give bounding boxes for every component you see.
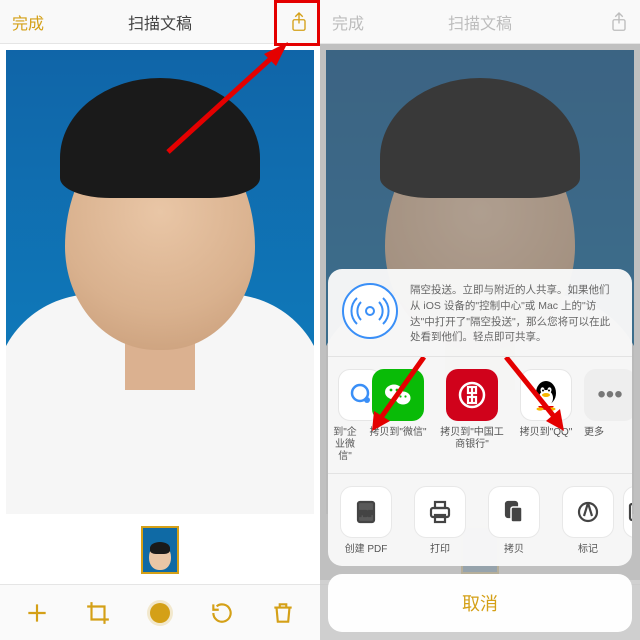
- filter-button[interactable]: [140, 593, 180, 633]
- add-button[interactable]: [17, 593, 57, 633]
- action-label: 标记: [578, 544, 598, 556]
- share-actions-row: PDF 创建 PDF 打印 拷贝: [328, 474, 632, 566]
- action-label: 打印: [430, 544, 450, 556]
- more-icon: •••: [584, 369, 632, 421]
- save-icon: [623, 486, 632, 538]
- share-icon: [610, 11, 628, 33]
- trash-icon: [270, 600, 296, 626]
- page-thumbnail[interactable]: [141, 526, 179, 574]
- delete-button[interactable]: [263, 593, 303, 633]
- id-photo[interactable]: [6, 50, 314, 514]
- rotate-icon: [209, 600, 235, 626]
- action-copy[interactable]: 拷贝: [478, 486, 550, 556]
- airdrop-icon: [342, 283, 398, 339]
- pdf-icon: PDF: [340, 486, 392, 538]
- done-button[interactable]: 完成: [12, 10, 56, 34]
- markup-icon: [562, 486, 614, 538]
- crop-icon: [85, 600, 111, 626]
- icbc-icon: [446, 369, 498, 421]
- action-create-pdf[interactable]: PDF 创建 PDF: [330, 486, 402, 556]
- done-button-dimmed: 完成: [332, 10, 376, 34]
- header-title: 扫描文稿: [376, 10, 584, 34]
- share-app-qiye[interactable]: 到"企业微信": [330, 369, 360, 463]
- share-app-icbc[interactable]: 拷贝到"中国工商银行": [436, 369, 508, 463]
- app-label: 拷贝到"QQ": [520, 427, 573, 439]
- left-header: 完成 扫描文稿: [0, 0, 320, 44]
- airdrop-section[interactable]: 隔空投送。立即与附近的人共享。如果他们从 iOS 设备的"控制中心"或 Mac …: [328, 269, 632, 356]
- app-label: 拷贝到"中国工商银行": [436, 427, 508, 451]
- crop-button[interactable]: [78, 593, 118, 633]
- wechat-icon: [372, 369, 424, 421]
- svg-text:PDF: PDF: [359, 511, 374, 518]
- action-save[interactable]: 存: [626, 486, 632, 556]
- header-title: 扫描文稿: [56, 10, 264, 34]
- share-button-dimmed: [584, 11, 628, 33]
- qq-icon: [520, 369, 572, 421]
- rotate-button[interactable]: [202, 593, 242, 633]
- action-label: 拷贝: [504, 544, 524, 556]
- share-app-more[interactable]: ••• 更多: [584, 369, 622, 463]
- plus-icon: [24, 600, 50, 626]
- print-icon: [414, 486, 466, 538]
- share-highlight-box: [274, 0, 320, 46]
- share-app-qq[interactable]: 拷贝到"QQ": [510, 369, 582, 463]
- action-markup[interactable]: 标记: [552, 486, 624, 556]
- airdrop-description: 隔空投送。立即与附近的人共享。如果他们从 iOS 设备的"控制中心"或 Mac …: [410, 283, 618, 346]
- action-print[interactable]: 打印: [404, 486, 476, 556]
- filter-icon: [150, 603, 170, 623]
- copy-icon: [488, 486, 540, 538]
- right-header: 完成 扫描文稿: [320, 0, 640, 44]
- share-apps-row: 到"企业微信" 拷贝到"微信" 拷贝到"中国工商银行": [328, 357, 632, 473]
- share-sheet: 隔空投送。立即与附近的人共享。如果他们从 iOS 设备的"控制中心"或 Mac …: [328, 269, 632, 632]
- app-label: 拷贝到"微信": [369, 427, 426, 439]
- app-label: 更多: [584, 427, 604, 439]
- app-label: 到"企业微信": [330, 427, 360, 463]
- cancel-button[interactable]: 取消: [328, 574, 632, 632]
- scanned-photo-area: [0, 44, 320, 580]
- action-label: 创建 PDF: [345, 544, 388, 556]
- edit-toolbar: [0, 584, 320, 640]
